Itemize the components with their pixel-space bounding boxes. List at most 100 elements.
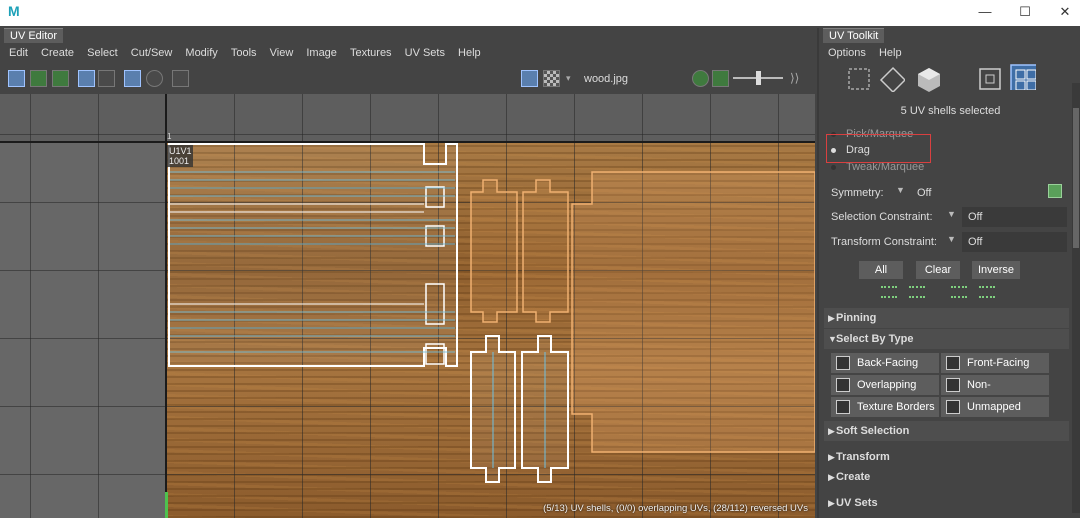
dropdown-arrow-icon[interactable]: ▼ [947, 234, 956, 244]
camera-snapshot-icon[interactable] [172, 70, 189, 87]
uv-shells-layer[interactable] [0, 94, 815, 518]
uv-viewport[interactable]: 1 U1V1 1001 (5/13) UV shells, (0/0) over… [0, 94, 815, 518]
inverse-selection-button[interactable]: Inverse [972, 261, 1020, 279]
tile-label-udim: 1001 [169, 156, 190, 166]
select-shell-border-icon[interactable] [951, 286, 967, 298]
select-front-facing-button[interactable]: Front-Facing [941, 353, 1049, 373]
checker-icon[interactable] [543, 70, 560, 87]
texture-toggle-icon[interactable] [712, 70, 729, 87]
section-uv-sets[interactable]: ▶ UV Sets [824, 493, 1069, 513]
menu-cut-sew[interactable]: Cut/Sew [131, 47, 173, 59]
section-label: Soft Selection [836, 425, 910, 437]
maya-logo-icon: M [8, 3, 20, 19]
section-pinning[interactable]: ▶ Pinning [824, 308, 1069, 328]
section-label: Select By Type [836, 333, 914, 345]
menu-help-toolkit[interactable]: Help [879, 47, 902, 59]
texture-name[interactable]: wood.jpg [584, 73, 628, 85]
pivot-icon[interactable] [146, 70, 163, 87]
uv-layout-icon[interactable] [8, 70, 25, 87]
distortion-icon[interactable] [52, 70, 69, 87]
menu-select[interactable]: Select [87, 47, 118, 59]
button-label: Unmapped [967, 401, 1021, 413]
collapsed-arrow-icon: ▶ [828, 498, 835, 508]
symmetry-grid-icon[interactable] [1048, 184, 1062, 198]
uv-status-text: (5/13) UV shells, (0/0) overlapping UVs,… [543, 503, 808, 514]
section-transform[interactable]: ▶ Transform [824, 447, 1069, 467]
uv-vertex-select-icon[interactable] [977, 66, 1003, 92]
uv-shell-color-icon[interactable] [692, 70, 709, 87]
uv-shell-selected-legs [470, 335, 569, 483]
menu-create[interactable]: Create [41, 47, 74, 59]
section-label: Pinning [836, 312, 877, 324]
symmetry-label: Symmetry: [831, 187, 884, 199]
expanded-arrow-icon: ▼ [828, 334, 837, 344]
menu-textures[interactable]: Textures [350, 47, 392, 59]
section-label: Transform [836, 451, 890, 463]
transform-constraint-select[interactable]: Off [962, 232, 1067, 252]
menu-uv-sets[interactable]: UV Sets [405, 47, 445, 59]
uv-toolkit-tab[interactable]: UV Toolkit [823, 28, 885, 43]
menu-options[interactable]: Options [828, 47, 866, 59]
shrink-selection-icon[interactable] [909, 286, 925, 298]
front-facing-icon [946, 356, 960, 370]
minimize-button[interactable]: — [977, 4, 993, 20]
toolkit-scroll-thumb[interactable] [1073, 108, 1079, 248]
uv-toolkit-panel: UV Toolkit Options Help 5 UV shells sele… [817, 28, 1080, 518]
uv-borders-icon[interactable] [78, 70, 95, 87]
menu-help[interactable]: Help [458, 47, 481, 59]
select-unmapped-button[interactable]: Unmapped [941, 397, 1049, 417]
collapsed-arrow-icon: ▶ [828, 313, 835, 323]
edge-select-icon[interactable] [879, 66, 905, 92]
collapsed-arrow-icon: ▶ [828, 426, 835, 436]
uv-toolkit-menubar: Options Help [823, 44, 907, 62]
collapsed-arrow-icon: ▶ [828, 452, 835, 462]
title-bar: M — ☐ ✕ [0, 0, 1080, 26]
symmetry-select[interactable]: Off [911, 183, 1041, 203]
section-create[interactable]: ▶ Create [824, 467, 1069, 487]
dim-slider-handle[interactable] [756, 71, 761, 85]
uv-tile-label: U1V1 1001 [167, 145, 193, 167]
selection-constraint-label: Selection Constraint: [831, 211, 933, 223]
menu-image[interactable]: Image [306, 47, 337, 59]
non-overlapping-icon [946, 378, 960, 392]
grow-selection-icon[interactable] [881, 286, 897, 298]
menu-tools[interactable]: Tools [231, 47, 257, 59]
selection-constraint-select[interactable]: Off [962, 207, 1067, 227]
select-non-overlapping-button[interactable]: Non-Overlapping [941, 375, 1049, 411]
menu-view[interactable]: View [270, 47, 294, 59]
select-texture-borders-button[interactable]: Texture Borders [831, 397, 939, 417]
uv-shell-unselected-legs [470, 179, 569, 323]
section-label: UV Sets [836, 497, 878, 509]
button-label: Front-Facing [967, 357, 1030, 369]
shaded-icon[interactable] [30, 70, 47, 87]
texture-borders-icon [836, 400, 850, 414]
button-label: Back-Facing [857, 357, 919, 369]
image-display-icon[interactable] [521, 70, 538, 87]
select-overlapping-button[interactable]: Overlapping [831, 375, 939, 395]
section-select-by-type[interactable]: ▼ Select By Type [824, 329, 1069, 349]
clear-selection-button[interactable]: Clear [916, 261, 960, 279]
maximize-button[interactable]: ☐ [1017, 4, 1033, 20]
dropdown-arrow-icon[interactable]: ▼ [947, 209, 956, 219]
section-soft-selection[interactable]: ▶ Soft Selection [824, 421, 1069, 441]
select-all-button[interactable]: All [859, 261, 903, 279]
snap-grid-icon[interactable] [124, 70, 141, 87]
uv-editor-tab[interactable]: UV Editor [4, 28, 64, 43]
section-label: Create [836, 471, 871, 483]
shell-select-icon[interactable] [915, 66, 941, 92]
uv-editor-panel: UV Editor Edit Create Select Cut/Sew Mod… [0, 28, 815, 518]
menu-modify[interactable]: Modify [185, 47, 217, 59]
select-back-facing-button[interactable]: Back-Facing [831, 353, 939, 373]
menu-edit[interactable]: Edit [9, 47, 28, 59]
close-button[interactable]: ✕ [1057, 4, 1073, 20]
toolbar-expand-icon[interactable]: ⟩⟩ [790, 71, 799, 85]
grid-toggle-icon[interactable] [98, 70, 115, 87]
uv-shell-mode-icon[interactable] [1010, 64, 1036, 90]
texture-dropdown-arrow-icon[interactable]: ▾ [566, 73, 571, 84]
uv-editor-toolbar: ▾ wood.jpg ⟩⟩ [0, 64, 815, 92]
uv-select-icon[interactable] [846, 66, 872, 92]
select-loop-icon[interactable] [979, 286, 995, 298]
radio-dot-icon [831, 164, 836, 170]
dropdown-arrow-icon[interactable]: ▼ [896, 185, 905, 195]
back-facing-icon [836, 356, 850, 370]
